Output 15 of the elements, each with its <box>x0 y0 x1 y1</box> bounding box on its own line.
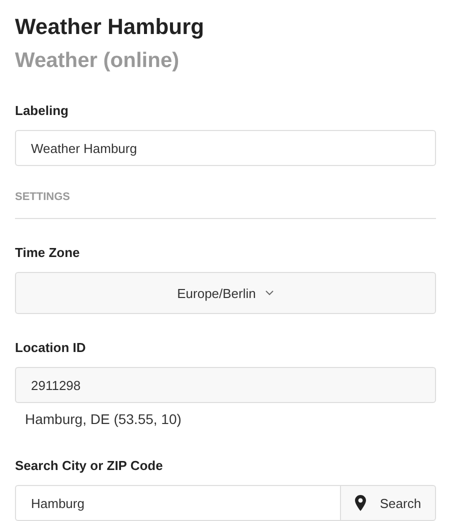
map-pin-icon <box>354 495 366 511</box>
labeling-field[interactable]: Weather Hamburg <box>15 130 436 166</box>
field-label: Search City or ZIP Code <box>15 458 163 474</box>
time-zone-dropdown[interactable]: Europe/Berlin <box>15 272 436 314</box>
field-label: Time Zone <box>15 245 80 261</box>
field-label: Location ID <box>15 340 86 356</box>
chevron-down-icon <box>264 290 274 296</box>
page-subtitle: Weather (online) <box>15 48 180 74</box>
page-title: Weather Hamburg <box>15 13 206 41</box>
search-button[interactable]: Search <box>340 485 436 521</box>
location-info: Hamburg, DE (53.55, 10) <box>25 410 182 428</box>
location-id-field[interactable]: 2911298 <box>15 367 436 403</box>
field-label: Labeling <box>15 103 68 119</box>
section-heading: SETTINGS <box>15 190 70 204</box>
search-field[interactable]: Hamburg <box>15 485 341 521</box>
